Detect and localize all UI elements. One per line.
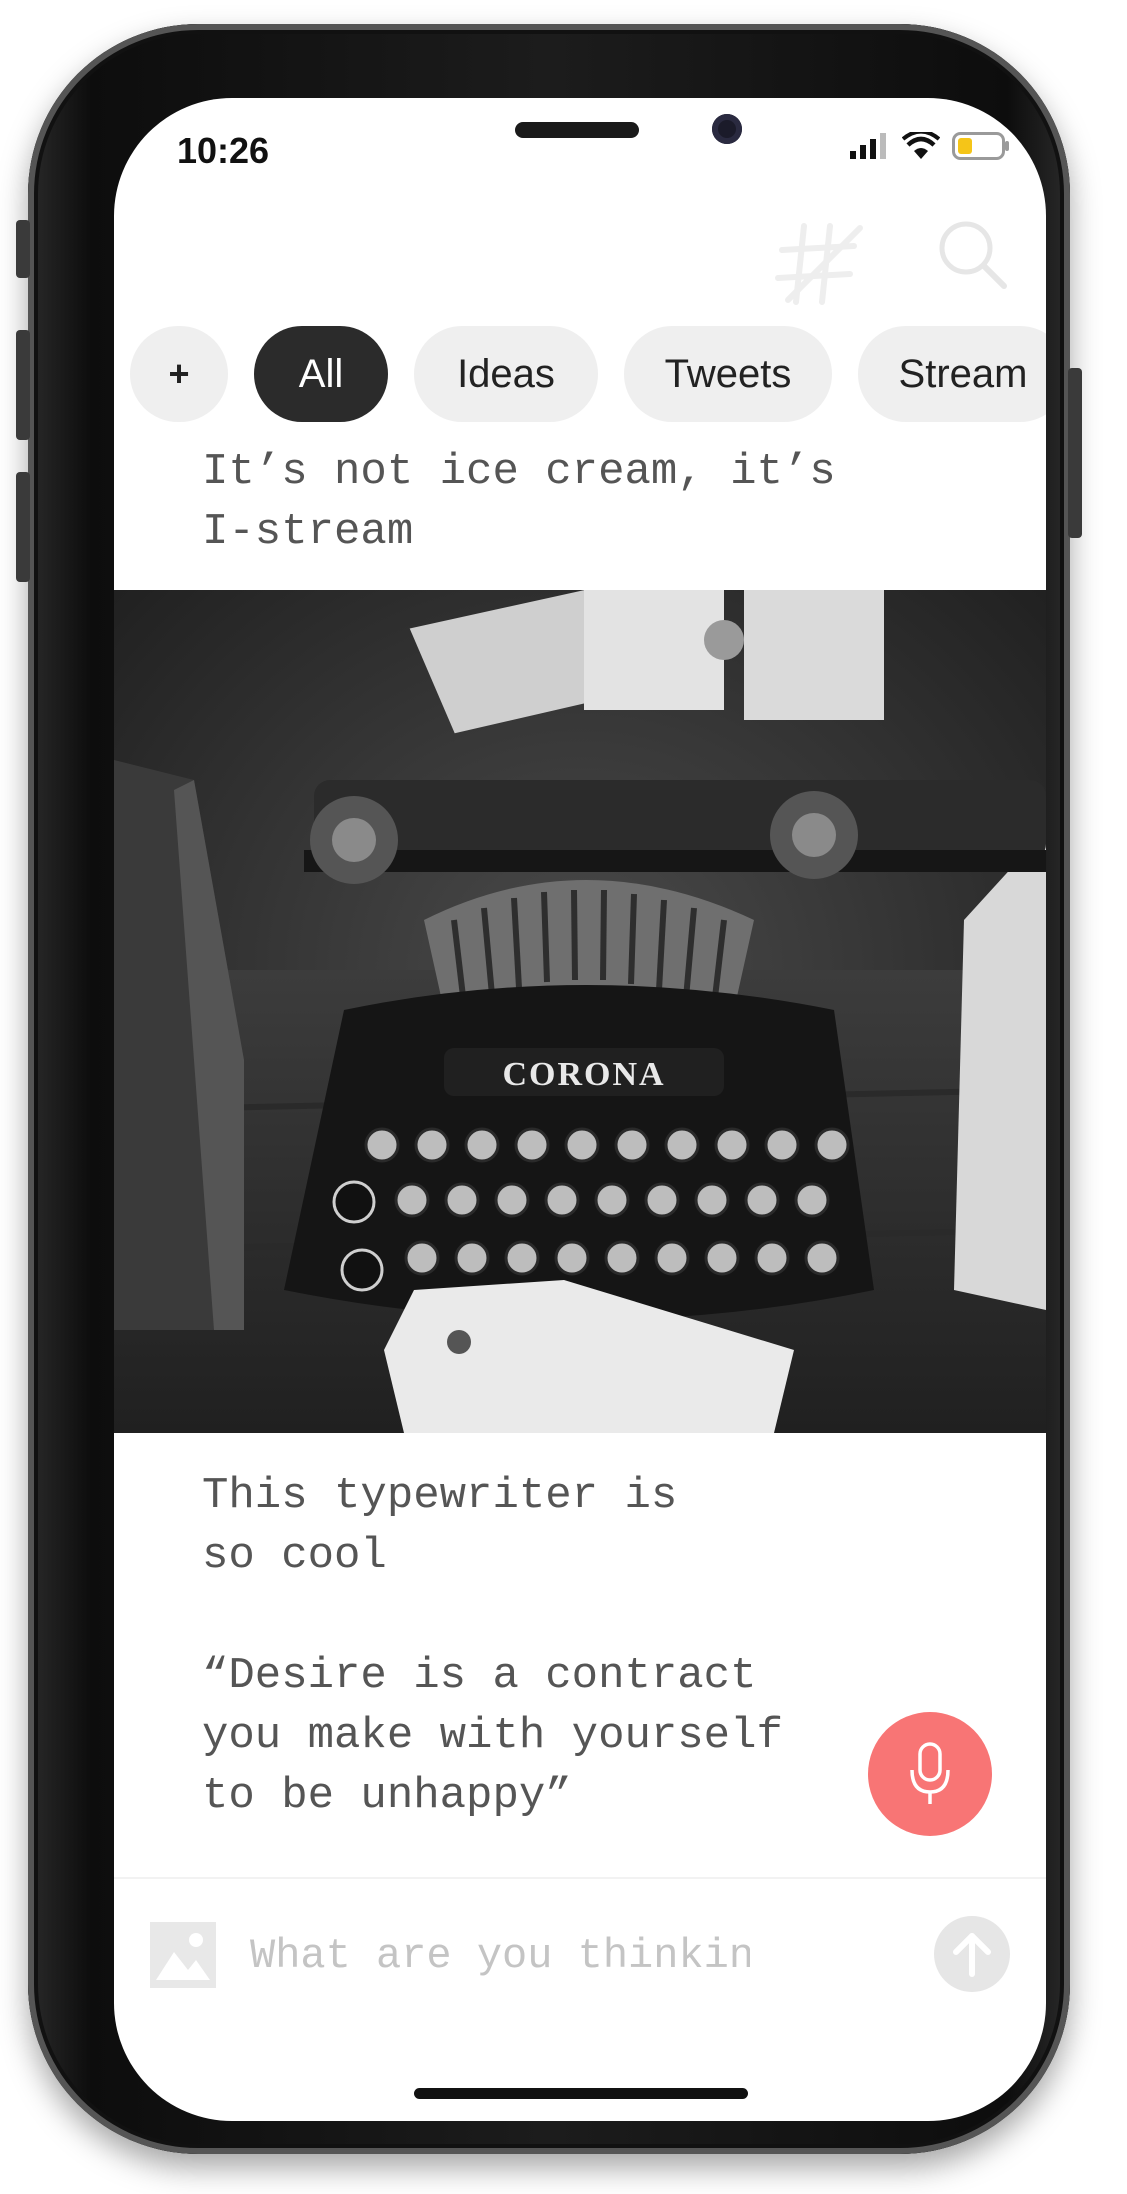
chip-all[interactable]: All	[254, 326, 388, 422]
arrow-up-icon	[953, 1933, 991, 1977]
composer-input[interactable]	[250, 1924, 750, 1988]
note-text[interactable]: This typewriter is so cool “Desire is a …	[202, 1466, 783, 1826]
image-icon[interactable]	[150, 1922, 216, 1988]
power-button	[1068, 368, 1082, 538]
hashtag-logo-icon[interactable]	[768, 214, 868, 314]
typewriter-brand: CORONA	[502, 1056, 665, 1093]
chip-ideas[interactable]: Ideas	[414, 326, 598, 422]
front-camera	[712, 114, 742, 144]
volume-up-button	[16, 330, 30, 440]
chip-tweets[interactable]: Tweets	[624, 326, 832, 422]
battery-icon	[952, 132, 1009, 160]
typewriter-photo[interactable]: CORONA	[114, 590, 1046, 1433]
note-text[interactable]: It’s not ice cream, it’s I-stream	[202, 442, 836, 562]
mute-switch	[16, 220, 30, 278]
phone-frame: 10:26 + All Ideas Tweets Stream It’s not…	[16, 24, 1082, 2154]
home-indicator[interactable]	[414, 2088, 748, 2099]
search-icon[interactable]	[936, 218, 1008, 290]
app-screen: 10:26 + All Ideas Tweets Stream It’s not…	[114, 98, 1046, 2121]
microphone-icon	[910, 1742, 950, 1804]
composer-divider	[114, 1877, 1046, 1879]
wifi-icon	[902, 132, 940, 159]
status-icons	[850, 132, 1010, 160]
chip-stream[interactable]: Stream	[858, 326, 1046, 422]
signal-icon	[850, 133, 886, 159]
volume-down-button	[16, 472, 30, 582]
send-button[interactable]	[934, 1916, 1010, 1992]
add-filter-button[interactable]: +	[130, 326, 228, 422]
speaker-notch	[515, 122, 639, 138]
status-time: 10:26	[177, 130, 270, 171]
record-voice-button[interactable]	[868, 1712, 992, 1836]
filter-chips: + All Ideas Tweets Stream	[130, 326, 1046, 424]
